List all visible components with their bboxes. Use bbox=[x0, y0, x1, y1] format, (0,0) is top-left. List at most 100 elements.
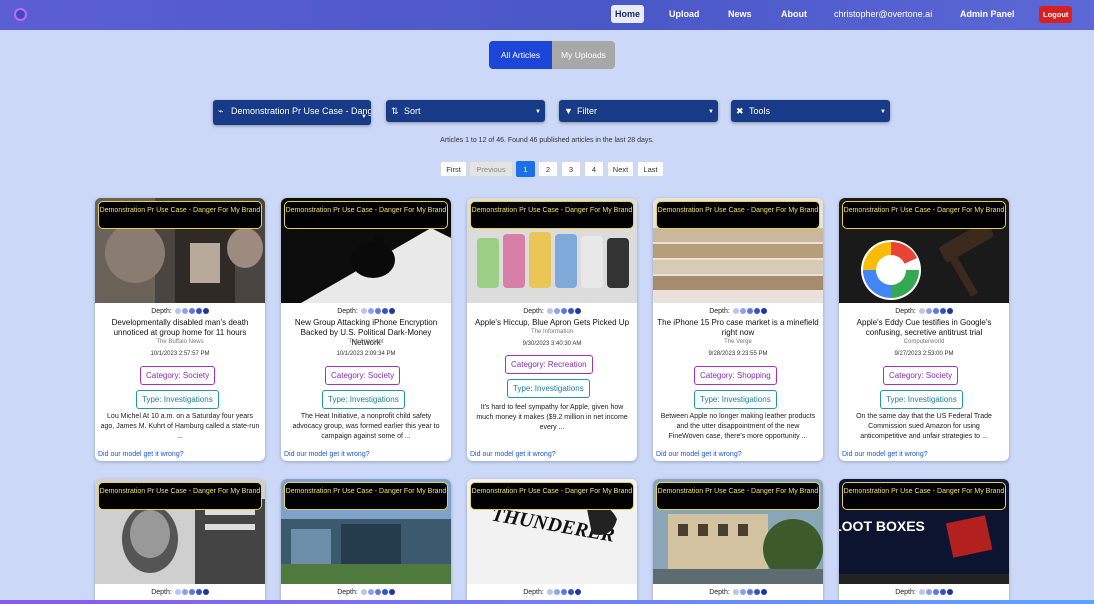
feedback-link[interactable]: Did our model get it wrong? bbox=[470, 451, 556, 458]
bottom-accent-bar bbox=[0, 600, 1094, 604]
article-card[interactable]: Demonstration Pr Use Case - Danger For M… bbox=[653, 479, 823, 604]
depth-dot-icon bbox=[739, 589, 746, 595]
depth-indicator: Depth: bbox=[839, 589, 1009, 596]
chevron-down-icon: ▼ bbox=[880, 109, 886, 115]
nav-upload[interactable]: Upload bbox=[669, 5, 700, 23]
depth-label: Depth: bbox=[895, 589, 916, 596]
depth-dot-icon bbox=[925, 308, 932, 314]
article-date: 9/30/2023 3:40:30 AM bbox=[522, 341, 582, 347]
article-card[interactable]: Demonstration Pr Use Case - Danger For M… bbox=[281, 198, 451, 461]
feed-select-label: Demonstration Pr Use Case - Danger For M… bbox=[231, 106, 371, 116]
page-last-button[interactable]: Last bbox=[637, 161, 664, 177]
article-date: 10/1/2023 2:09:34 PM bbox=[336, 351, 396, 357]
article-card[interactable]: Demonstration Pr Use Case - Danger For M… bbox=[467, 198, 637, 461]
feedback-link[interactable]: Did our model get it wrong? bbox=[284, 451, 370, 458]
type-tag[interactable]: Type: Investigations bbox=[322, 390, 405, 409]
depth-indicator: Depth: bbox=[653, 589, 823, 596]
article-card[interactable]: Demonstration Pr Use Case - Danger For M… bbox=[95, 479, 265, 604]
category-tag[interactable]: Category: Recreation bbox=[505, 355, 593, 374]
sort-dropdown[interactable]: ⇅ Sort ▼ bbox=[386, 100, 545, 122]
nav-home[interactable]: Home bbox=[611, 5, 645, 23]
depth-dot-icon bbox=[546, 589, 553, 595]
top-navbar: Home Upload News About christopher@overt… bbox=[0, 0, 1094, 30]
depth-dot-icon bbox=[181, 589, 188, 595]
depth-dot-icon bbox=[753, 308, 760, 314]
category-tag[interactable]: Category: Society bbox=[883, 366, 959, 385]
depth-indicator: Depth: bbox=[839, 308, 1009, 315]
article-title[interactable]: Apple's Hiccup, Blue Apron Gets Picked U… bbox=[471, 318, 633, 328]
depth-dot-icon bbox=[181, 308, 188, 314]
depth-dot-icon bbox=[746, 589, 753, 595]
article-card[interactable]: THUNDERER Demonstration Pr Use Case - Da… bbox=[467, 479, 637, 604]
depth-dot-icon bbox=[367, 589, 374, 595]
article-date: 9/27/2023 2:53:00 PM bbox=[894, 351, 954, 357]
nav-about[interactable]: About bbox=[781, 5, 807, 23]
nav-admin-panel[interactable]: Admin Panel bbox=[960, 5, 1015, 23]
logout-button[interactable]: Logout bbox=[1039, 6, 1073, 23]
rss-icon: ⌁ bbox=[218, 106, 224, 116]
depth-label: Depth: bbox=[523, 308, 544, 315]
article-title[interactable]: The iPhone 15 Pro case market is a minef… bbox=[657, 318, 819, 338]
page-next-button[interactable]: Next bbox=[607, 161, 634, 177]
depth-label: Depth: bbox=[895, 308, 916, 315]
article-card[interactable]: Demonstration Pr Use Case - Danger For M… bbox=[95, 198, 265, 461]
article-summary: On the same day that the US Federal Trad… bbox=[856, 413, 992, 440]
depth-indicator: Depth: bbox=[467, 308, 637, 315]
all-articles-tab[interactable]: All Articles bbox=[489, 41, 552, 69]
type-tag[interactable]: Type: Investigations bbox=[136, 390, 219, 409]
depth-dot-icon bbox=[360, 308, 367, 314]
article-summary: Lou Michel At 10 a.m. on a Saturday four… bbox=[100, 413, 260, 440]
article-source: The Buffalo News bbox=[156, 339, 204, 345]
brand-badge: Demonstration Pr Use Case - Danger For M… bbox=[470, 482, 634, 510]
page-3-button[interactable]: 3 bbox=[561, 161, 581, 177]
page-first-button[interactable]: First bbox=[440, 161, 467, 177]
feedback-link[interactable]: Did our model get it wrong? bbox=[98, 451, 184, 458]
type-tag[interactable]: Type: Investigations bbox=[507, 379, 590, 398]
depth-dot-icon bbox=[202, 589, 209, 595]
my-uploads-tab[interactable]: My Uploads bbox=[552, 41, 615, 69]
depth-dot-icon bbox=[188, 308, 195, 314]
depth-dot-icon bbox=[374, 589, 381, 595]
sort-icon: ⇅ bbox=[391, 106, 399, 116]
depth-indicator: Depth: bbox=[467, 589, 637, 596]
depth-dot-icon bbox=[381, 308, 388, 314]
depth-dot-icon bbox=[388, 589, 395, 595]
type-tag[interactable]: Type: Investigations bbox=[880, 390, 963, 409]
feed-select-dropdown[interactable]: ⌁ Demonstration Pr Use Case - Danger For… bbox=[213, 100, 371, 125]
depth-label: Depth: bbox=[709, 308, 730, 315]
feedback-link[interactable]: Did our model get it wrong? bbox=[842, 451, 928, 458]
tools-dropdown[interactable]: ✖ Tools ▼ bbox=[731, 100, 890, 122]
feedback-link[interactable]: Did our model get it wrong? bbox=[656, 451, 742, 458]
brand-badge: Demonstration Pr Use Case - Danger For M… bbox=[656, 482, 820, 510]
depth-dot-icon bbox=[932, 589, 939, 595]
loot-boxes-text: LOOT BOXES bbox=[839, 518, 925, 534]
article-title[interactable]: Apple's Eddy Cue testifies in Google's c… bbox=[843, 318, 1005, 338]
type-tag[interactable]: Type: Investigations bbox=[694, 390, 777, 409]
category-tag[interactable]: Category: Shopping bbox=[694, 366, 777, 385]
filter-icon: ▼ bbox=[564, 106, 573, 116]
page-4-button[interactable]: 4 bbox=[584, 161, 604, 177]
filter-label: Filter bbox=[577, 106, 597, 116]
page-1-button[interactable]: 1 bbox=[516, 161, 535, 177]
depth-dot-icon bbox=[553, 308, 560, 314]
article-card[interactable]: Demonstration Pr Use Case - Danger For M… bbox=[281, 479, 451, 604]
category-tag[interactable]: Category: Society bbox=[325, 366, 401, 385]
page-2-button[interactable]: 2 bbox=[538, 161, 558, 177]
article-card[interactable]: LOOT BOXES Demonstration Pr Use Case - D… bbox=[839, 479, 1009, 604]
page-previous-button[interactable]: Previous bbox=[469, 161, 513, 177]
article-card[interactable]: Demonstration Pr Use Case - Danger For M… bbox=[839, 198, 1009, 461]
filter-dropdown[interactable]: ▼ Filter ▼ bbox=[559, 100, 718, 122]
app-logo-icon[interactable] bbox=[14, 8, 27, 21]
category-tag[interactable]: Category: Society bbox=[140, 366, 216, 385]
depth-dot-icon bbox=[174, 589, 181, 595]
nav-news[interactable]: News bbox=[728, 5, 752, 23]
depth-indicator: Depth: bbox=[281, 308, 451, 315]
results-summary: Articles 1 to 12 of 46. Found 46 publish… bbox=[440, 137, 654, 144]
depth-dot-icon bbox=[367, 308, 374, 314]
article-card[interactable]: Demonstration Pr Use Case - Danger For M… bbox=[653, 198, 823, 461]
depth-dot-icon bbox=[546, 308, 553, 314]
article-title[interactable]: Developmentally disabled man's death unn… bbox=[99, 318, 261, 338]
depth-dot-icon bbox=[925, 589, 932, 595]
depth-label: Depth: bbox=[151, 589, 172, 596]
nav-user-email[interactable]: christopher@overtone.ai bbox=[834, 5, 932, 23]
